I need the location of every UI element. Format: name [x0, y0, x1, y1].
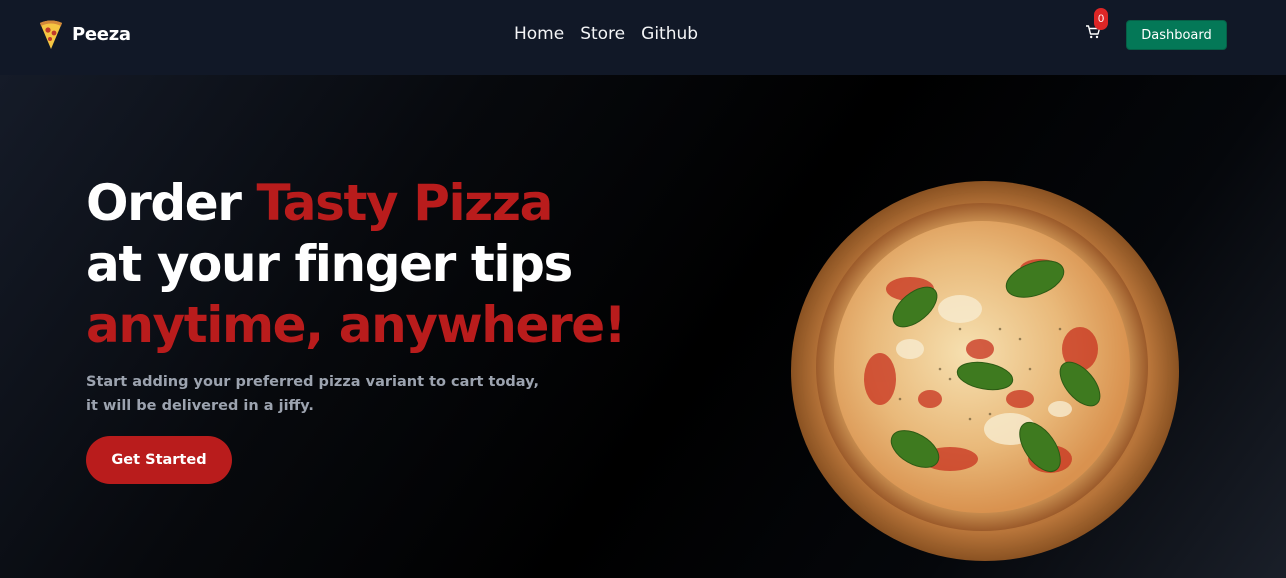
nav-links: Home Store Github	[514, 24, 698, 44]
navbar: Peeza Home Store Github 0 Dashboard	[0, 0, 1286, 75]
nav-store-link[interactable]: Store	[580, 24, 625, 44]
dashboard-button[interactable]: Dashboard	[1126, 20, 1227, 50]
headline-line-3: anytime, anywhere!	[86, 296, 627, 354]
nav-github-link[interactable]: Github	[641, 24, 698, 44]
hero-subtext: Start adding your preferred pizza varian…	[86, 370, 539, 418]
brand-name: Peeza	[72, 23, 131, 45]
headline-line-1: Order Tasty Pizza	[86, 173, 625, 234]
hero-section: Order Tasty Pizza at your finger tips an…	[0, 75, 1286, 578]
headline-line-2: at your finger tips	[86, 235, 573, 293]
subtext-line-2: it will be delivered in a jiffy.	[86, 398, 314, 414]
brand[interactable]: Peeza	[38, 18, 131, 50]
headline-order: Order	[86, 174, 257, 232]
hero-headline: Order Tasty Pizza at your finger tips an…	[86, 173, 627, 356]
headline-tasty-pizza: Tasty Pizza	[256, 174, 554, 232]
get-started-button[interactable]: Get Started	[86, 436, 232, 484]
pizza-slice-icon	[40, 20, 62, 49]
cart-count-badge: 0	[1094, 8, 1108, 30]
margherita-pizza-image	[790, 179, 1180, 563]
subtext-line-1: Start adding your preferred pizza varian…	[86, 374, 539, 390]
cart-button[interactable]: 0	[1085, 8, 1108, 42]
nav-home-link[interactable]: Home	[514, 24, 564, 44]
